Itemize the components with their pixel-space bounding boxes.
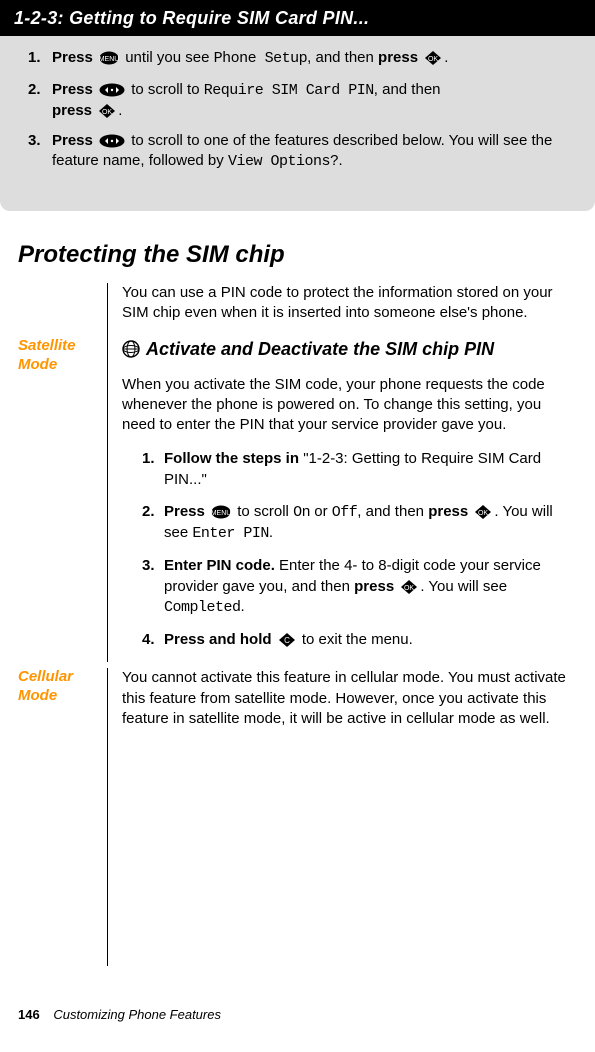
step-number: 1. [28,48,41,68]
ok-icon: OK [474,504,492,520]
right-column: Activate and Deactivate the SIM chip PIN… [108,337,595,662]
step1-text-b: until you see [121,49,214,66]
sat-step-3: 3. Enter PIN code. Enter the 4- to 8-dig… [142,556,567,618]
svg-text:MENU: MENU [99,56,119,63]
satellite-row: Satellite Mode Activate and Deactivate t… [0,337,595,662]
svg-text:OK: OK [428,56,438,63]
cellular-row: Cellular Mode You cannot activate this f… [0,668,595,966]
sat4-b: to exit the menu. [298,631,413,648]
step3-press: Press [52,132,97,149]
svg-text:OK: OK [404,585,414,592]
step-number: 3. [28,131,41,151]
step2-text-c: , and then [374,81,441,98]
right-column: You cannot activate this feature in cell… [108,668,595,966]
step-number: 3. [142,556,155,576]
sat2-lcd: Enter PIN [192,525,269,542]
svg-text:MENU: MENU [211,510,231,517]
step-3: 3. Press to scroll to one of the feature… [28,131,575,173]
header-title: 1-2-3: Getting to Require SIM Card PIN..… [14,8,369,28]
satellite-steps: 1. Follow the steps in "1-2-3: Getting t… [142,449,567,650]
satellite-label: Satellite Mode [18,337,99,375]
sat-step-4: 4. Press and hold C to exit the menu. [142,630,567,650]
sat3-lcd: Completed [164,599,241,616]
left-column: Satellite Mode [0,337,108,662]
sat4-a: Press and hold [164,631,276,648]
satellite-subhead: Activate and Deactivate the SIM chip PIN [122,337,567,364]
sat2-e: . [269,524,273,541]
step-number: 1. [142,449,155,469]
satellite-para: When you activate the SIM code, your pho… [122,375,567,436]
two-column-layout: You can use a PIN code to protect the in… [0,283,595,338]
section-title: Protecting the SIM chip [18,239,595,271]
step2-press2: press [52,102,96,119]
sat3-c: . You will see [420,578,507,595]
ok-icon: OK [424,50,442,66]
step-number: 4. [142,630,155,650]
step-number: 2. [28,80,41,100]
globe-icon [122,340,140,364]
left-column [0,283,108,338]
left-column: Cellular Mode [0,668,108,966]
ok-icon: OK [98,103,116,119]
step3-lcd: View Options? [228,153,339,170]
svg-text:OK: OK [102,109,112,116]
sat2-b: to scroll [233,503,293,520]
page-number: 146 [18,1007,40,1022]
chapter-name: Customizing Phone Features [53,1007,221,1022]
scroll-icon [99,83,125,97]
step3-text-c: . [338,152,342,169]
intro-text: You can use a PIN code to protect the in… [122,283,567,324]
sat2-on: On [293,504,310,521]
menu-icon: MENU [211,505,231,519]
svg-text:OK: OK [478,510,488,517]
step2-text-b: to scroll to [127,81,204,98]
step2-lcd: Require SIM Card PIN [204,82,374,99]
step-2: 2. Press to scroll to Require SIM Card P… [28,80,575,122]
steps-box: 1. Press MENU until you see Phone Setup,… [0,36,595,210]
step1-text-d: . [444,49,448,66]
step-1: 1. Press MENU until you see Phone Setup,… [28,48,575,69]
sat2-c: , and then [357,503,428,520]
scroll-icon [99,134,125,148]
sat1-a: Follow the steps in [164,450,303,467]
step1-press: Press [52,49,97,66]
sat3-d: . [241,598,245,615]
step1-lcd: Phone Setup [214,50,308,67]
step2-press: Press [52,81,97,98]
right-column: You can use a PIN code to protect the in… [108,283,595,338]
step-number: 2. [142,502,155,522]
sat2-press2: press [428,503,472,520]
cellular-label: Cellular Mode [18,668,99,706]
sat-step-1: 1. Follow the steps in "1-2-3: Getting t… [142,449,567,490]
ok-icon: OK [400,579,418,595]
sat3-press: press [354,578,398,595]
step1-press2: press [378,49,422,66]
sat3-a: Enter PIN code. [164,557,275,574]
svg-text:C: C [284,636,290,645]
page-footer: 146 Customizing Phone Features [18,1006,221,1024]
sat2-press: Press [164,503,209,520]
sat2-off: Off [332,504,358,521]
menu-icon: MENU [99,51,119,65]
cellular-para: You cannot activate this feature in cell… [122,668,567,729]
sat2-or: or [310,503,332,520]
subhead-text: Activate and Deactivate the SIM chip PIN [146,337,494,361]
sat-step-2: 2. Press MENU to scroll On or Off, and t… [142,502,567,545]
step1-text-c: , and then [307,49,378,66]
header-bar: 1-2-3: Getting to Require SIM Card PIN..… [0,0,595,36]
step2-text-d: . [118,102,122,119]
c-button-icon: C [278,632,296,648]
